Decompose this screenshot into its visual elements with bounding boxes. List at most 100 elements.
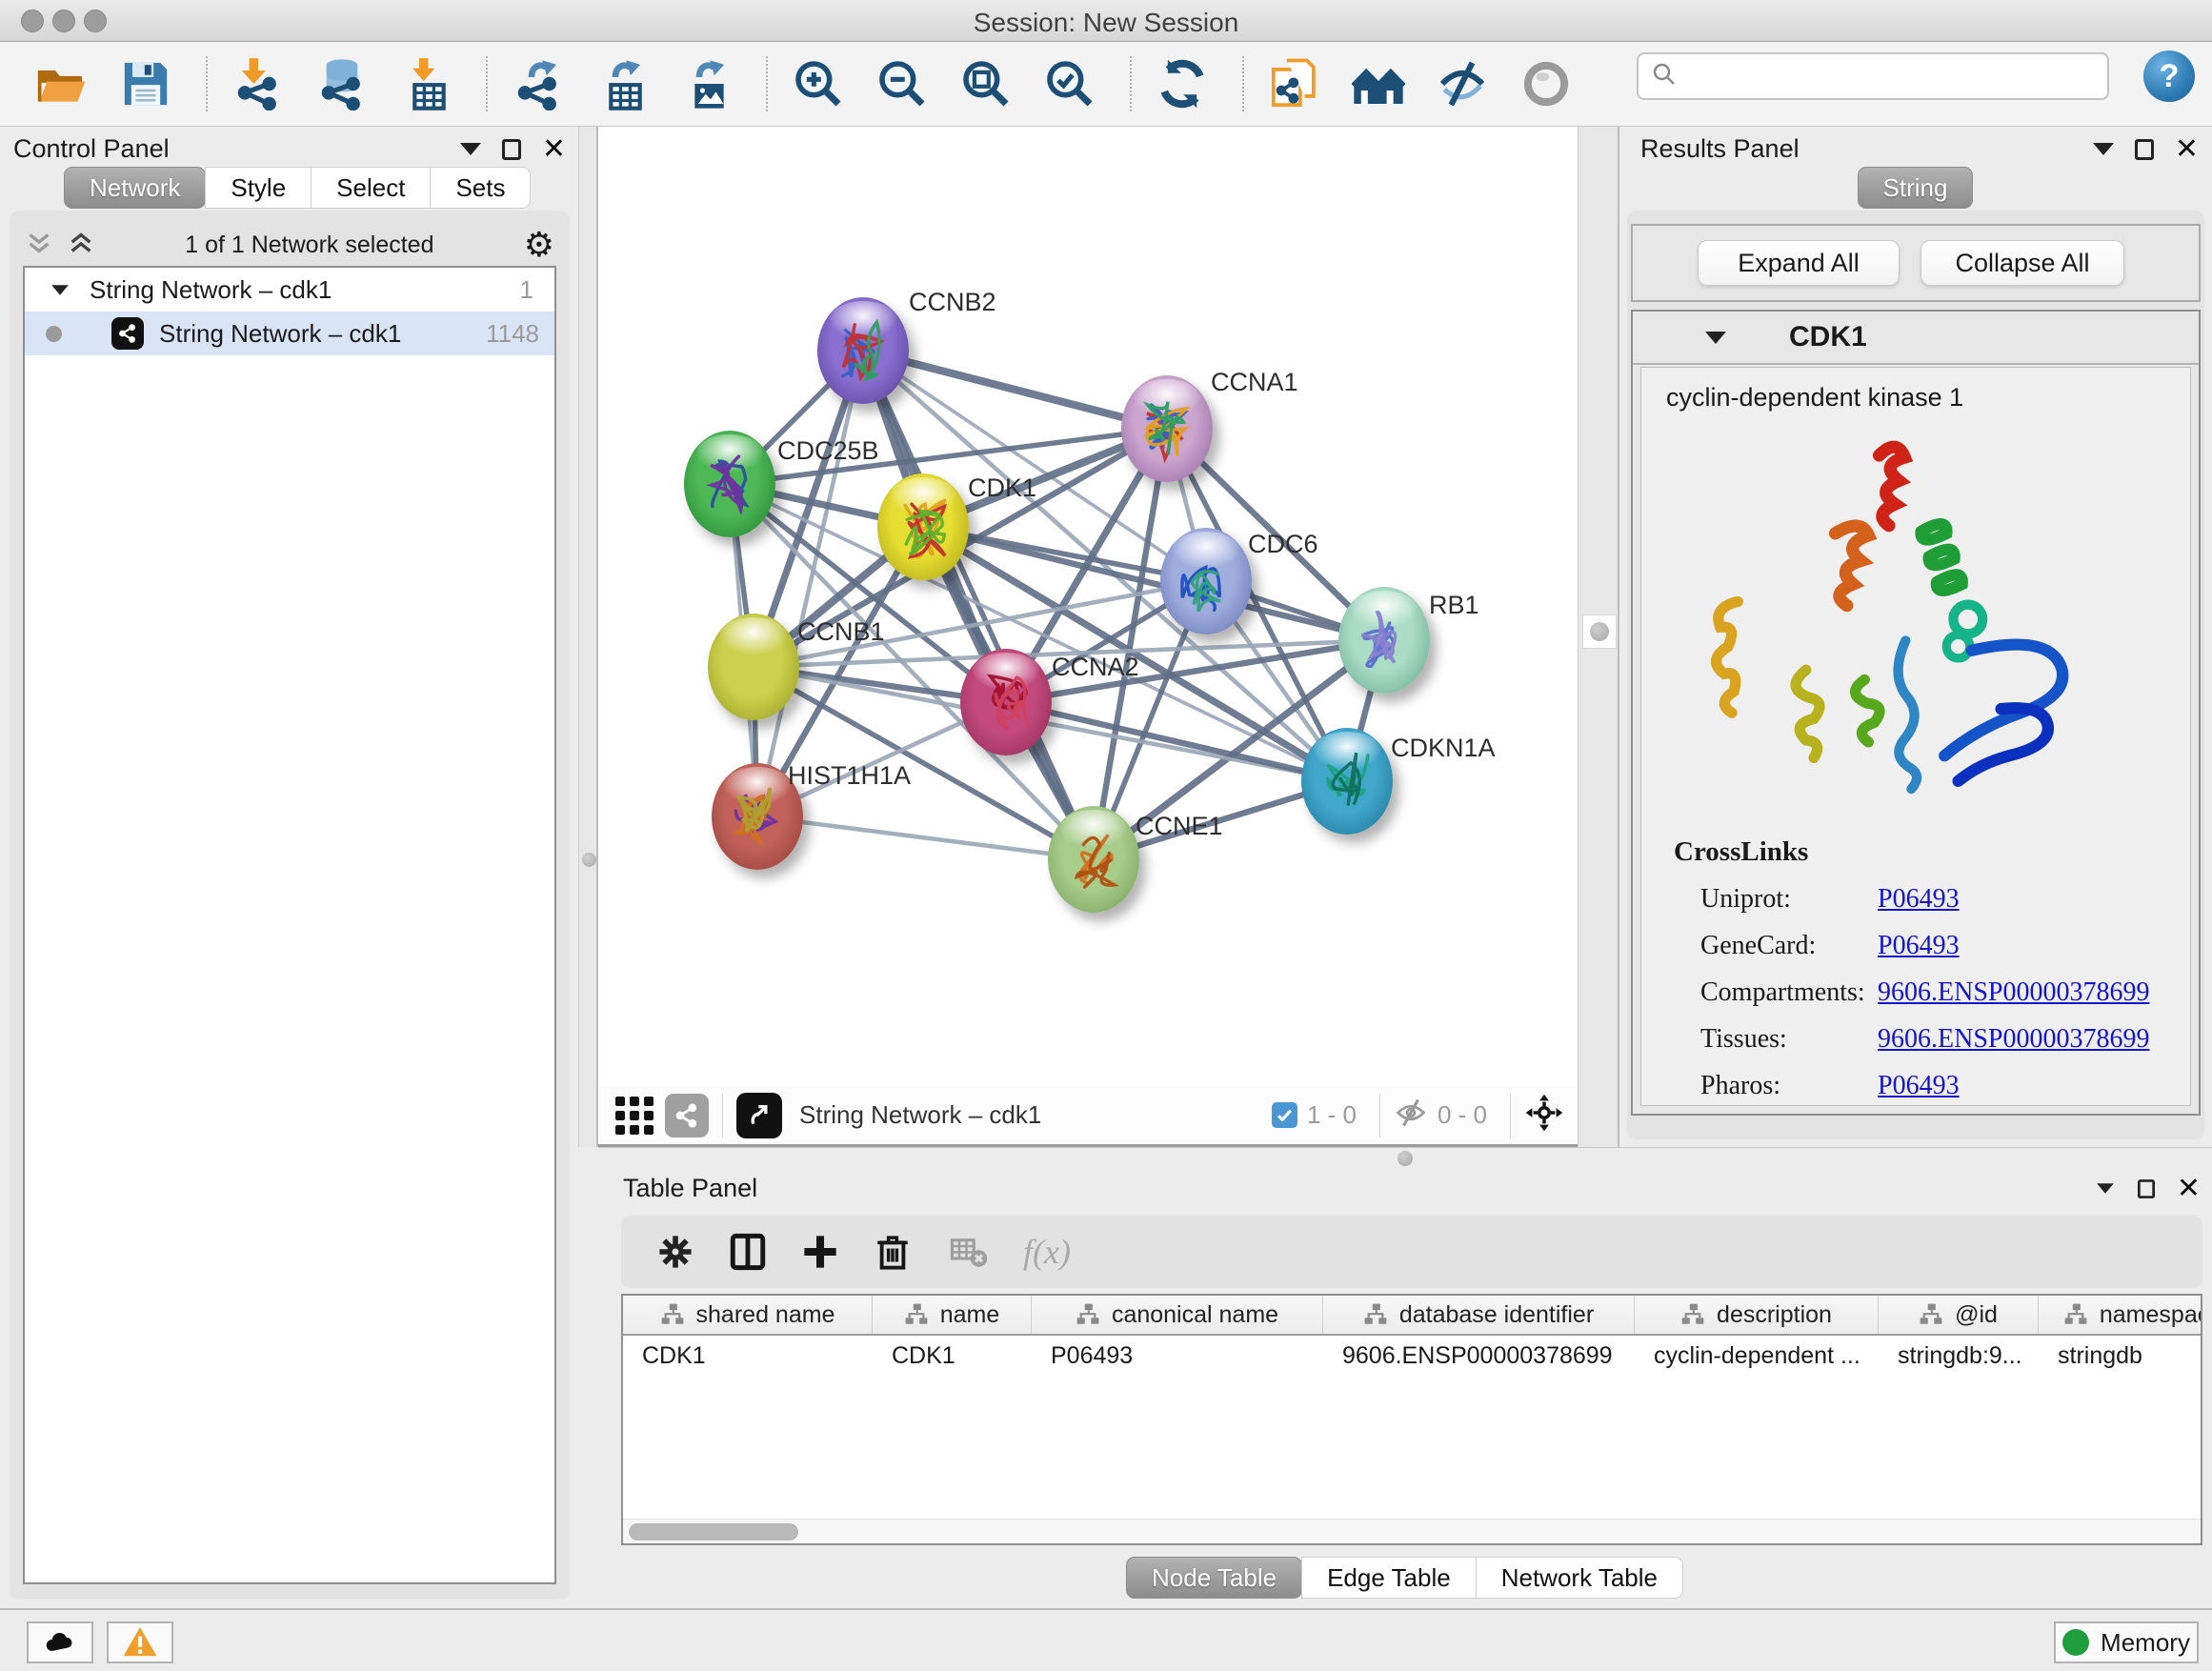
network-node-rb1[interactable] xyxy=(1338,587,1430,694)
left-splitter[interactable] xyxy=(578,127,598,1147)
tab-select[interactable]: Select xyxy=(311,167,431,209)
show-eye-icon[interactable] xyxy=(1517,54,1576,113)
crosslink-link[interactable]: 9606.ENSP00000378699 xyxy=(1878,977,2149,1008)
network-node-ccna1[interactable] xyxy=(1121,375,1213,482)
results-float-icon[interactable] xyxy=(2135,139,2154,160)
cell-name[interactable]: CDK1 xyxy=(873,1336,1032,1376)
panel-collapse-icon[interactable] xyxy=(460,143,481,155)
cdk1-expander-icon[interactable] xyxy=(1705,332,1726,344)
horizontal-splitter[interactable] xyxy=(598,1147,2212,1168)
scrollbar-thumb[interactable] xyxy=(629,1523,798,1540)
birdseye-view-icon[interactable] xyxy=(612,1086,657,1145)
right-splitter-handle[interactable] xyxy=(1582,614,1617,649)
horizontal-splitter-handle[interactable] xyxy=(1398,1151,1413,1166)
zoom-out-icon[interactable] xyxy=(873,54,932,113)
table-close-icon[interactable]: ✕ xyxy=(2177,1178,2201,1199)
node-label-ccnb1: CCNB1 xyxy=(797,617,885,647)
network-node-cdc6[interactable] xyxy=(1160,528,1252,634)
tab-edge-table[interactable]: Edge Table xyxy=(1301,1557,1477,1599)
left-splitter-handle[interactable] xyxy=(582,853,596,867)
cell-namespace[interactable]: stringdb xyxy=(2039,1336,2202,1376)
results-collapse-icon[interactable] xyxy=(2093,143,2114,155)
column-header-namespace[interactable]: namespace xyxy=(2039,1296,2202,1334)
home-icon[interactable] xyxy=(1349,54,1408,113)
zoom-in-icon[interactable] xyxy=(789,54,848,113)
expand-all-networks-icon[interactable] xyxy=(25,229,53,262)
tab-string[interactable]: String xyxy=(1858,167,1974,209)
cell-databaseidentifier[interactable]: 9606.ENSP00000378699 xyxy=(1323,1336,1635,1376)
import-network-icon[interactable] xyxy=(229,54,288,113)
panel-close-icon[interactable]: ✕ xyxy=(542,139,566,160)
table-horizontal-scrollbar[interactable] xyxy=(623,1519,2201,1543)
column-header-canonicalname[interactable]: canonical name xyxy=(1032,1296,1323,1334)
crosslink-link[interactable]: 9606.ENSP00000378699 xyxy=(1878,1024,2149,1055)
column-header-id[interactable]: @id xyxy=(1879,1296,2039,1334)
network-node-ccna2[interactable] xyxy=(960,649,1052,755)
table-row[interactable]: CDK1CDK1P064939606.ENSP00000378699cyclin… xyxy=(623,1336,2201,1376)
add-column-icon[interactable] xyxy=(798,1230,842,1274)
cell-description[interactable]: cyclin-dependent ... xyxy=(1635,1336,1879,1376)
show-columns-icon[interactable] xyxy=(726,1230,770,1274)
warning-button[interactable] xyxy=(107,1621,173,1663)
network-node-ccnb1[interactable] xyxy=(708,614,799,720)
hide-eye-icon[interactable] xyxy=(1433,54,1492,113)
table-float-icon[interactable] xyxy=(2138,1179,2155,1198)
memory-button[interactable]: Memory xyxy=(2054,1621,2199,1663)
tab-style[interactable]: Style xyxy=(205,167,312,209)
tab-sets[interactable]: Sets xyxy=(430,167,531,209)
crosslink-link[interactable]: P06493 xyxy=(1878,884,1960,915)
expand-all-button[interactable]: Expand All xyxy=(1698,240,1900,286)
network-collection-row[interactable]: String Network – cdk1 1 xyxy=(25,268,554,312)
column-header-name[interactable]: name xyxy=(873,1296,1032,1334)
export-table-icon[interactable] xyxy=(593,54,652,113)
zoom-selected-icon[interactable] xyxy=(1040,54,1099,113)
tab-node-table[interactable]: Node Table xyxy=(1126,1557,1302,1599)
cell-canonicalname[interactable]: P06493 xyxy=(1032,1336,1323,1376)
collection-expander-icon[interactable] xyxy=(51,285,69,294)
table-collapse-icon[interactable] xyxy=(2097,1183,2114,1193)
collapse-all-networks-icon[interactable] xyxy=(67,229,95,262)
delete-row-icon[interactable] xyxy=(871,1230,915,1274)
node-table[interactable]: shared namenamecanonical namedatabase id… xyxy=(621,1294,2202,1545)
column-header-sharedname[interactable]: shared name xyxy=(623,1296,873,1334)
table-options-gear-icon[interactable] xyxy=(654,1230,697,1274)
collapse-all-button[interactable]: Collapse All xyxy=(1920,240,2124,286)
pan-move-icon[interactable] xyxy=(1524,1093,1564,1137)
column-header-description[interactable]: description xyxy=(1635,1296,1879,1334)
cdk1-entry-header[interactable]: CDK1 xyxy=(1633,312,2199,365)
save-icon[interactable] xyxy=(116,54,175,113)
open-icon[interactable] xyxy=(32,54,91,113)
network-canvas[interactable]: CCNB2CCNA1CDC25BCDK1CDC6RB1CCNB1CCNA2CDK… xyxy=(598,127,1578,1086)
network-node-ccne1[interactable] xyxy=(1048,806,1139,913)
column-header-databaseidentifier[interactable]: database identifier xyxy=(1323,1296,1635,1334)
tab-network-table[interactable]: Network Table xyxy=(1476,1557,1683,1599)
cloud-button[interactable] xyxy=(27,1621,93,1663)
help-button[interactable]: ? xyxy=(2143,50,2195,102)
network-node-cdk1[interactable] xyxy=(877,473,969,580)
import-database-icon[interactable] xyxy=(312,54,372,113)
cell-id[interactable]: stringdb:9... xyxy=(1879,1336,2039,1376)
right-splitter[interactable] xyxy=(1578,127,1619,1147)
network-node-cdc25b[interactable] xyxy=(684,431,775,537)
results-close-icon[interactable]: ✕ xyxy=(2175,139,2199,160)
tab-network[interactable]: Network xyxy=(64,167,206,209)
cell-sharedname[interactable]: CDK1 xyxy=(623,1336,873,1376)
crosslink-link[interactable]: P06493 xyxy=(1878,931,1960,961)
zoom-fit-icon[interactable] xyxy=(956,54,1016,113)
network-node-cdkn1a[interactable] xyxy=(1301,728,1393,835)
import-table-icon[interactable] xyxy=(396,54,455,113)
network-row[interactable]: String Network – cdk1 11 48 xyxy=(25,312,554,355)
panel-float-icon[interactable] xyxy=(502,139,521,160)
network-node-ccnb2[interactable] xyxy=(817,297,909,404)
selected-checkbox[interactable] xyxy=(1272,1102,1297,1128)
string-view-icon[interactable] xyxy=(665,1094,709,1137)
crosslink-link[interactable]: P06493 xyxy=(1878,1071,1960,1101)
refresh-icon[interactable] xyxy=(1153,54,1212,113)
search-input[interactable] xyxy=(1637,52,2109,100)
annotation-icon[interactable] xyxy=(1265,54,1324,113)
network-options-gear-icon[interactable]: ⚙ xyxy=(524,226,554,265)
export-network-icon[interactable] xyxy=(509,54,568,113)
export-image-icon[interactable] xyxy=(676,54,735,113)
hidden-eye-icon[interactable] xyxy=(1394,1096,1428,1135)
open-in-window-icon[interactable] xyxy=(736,1093,782,1138)
